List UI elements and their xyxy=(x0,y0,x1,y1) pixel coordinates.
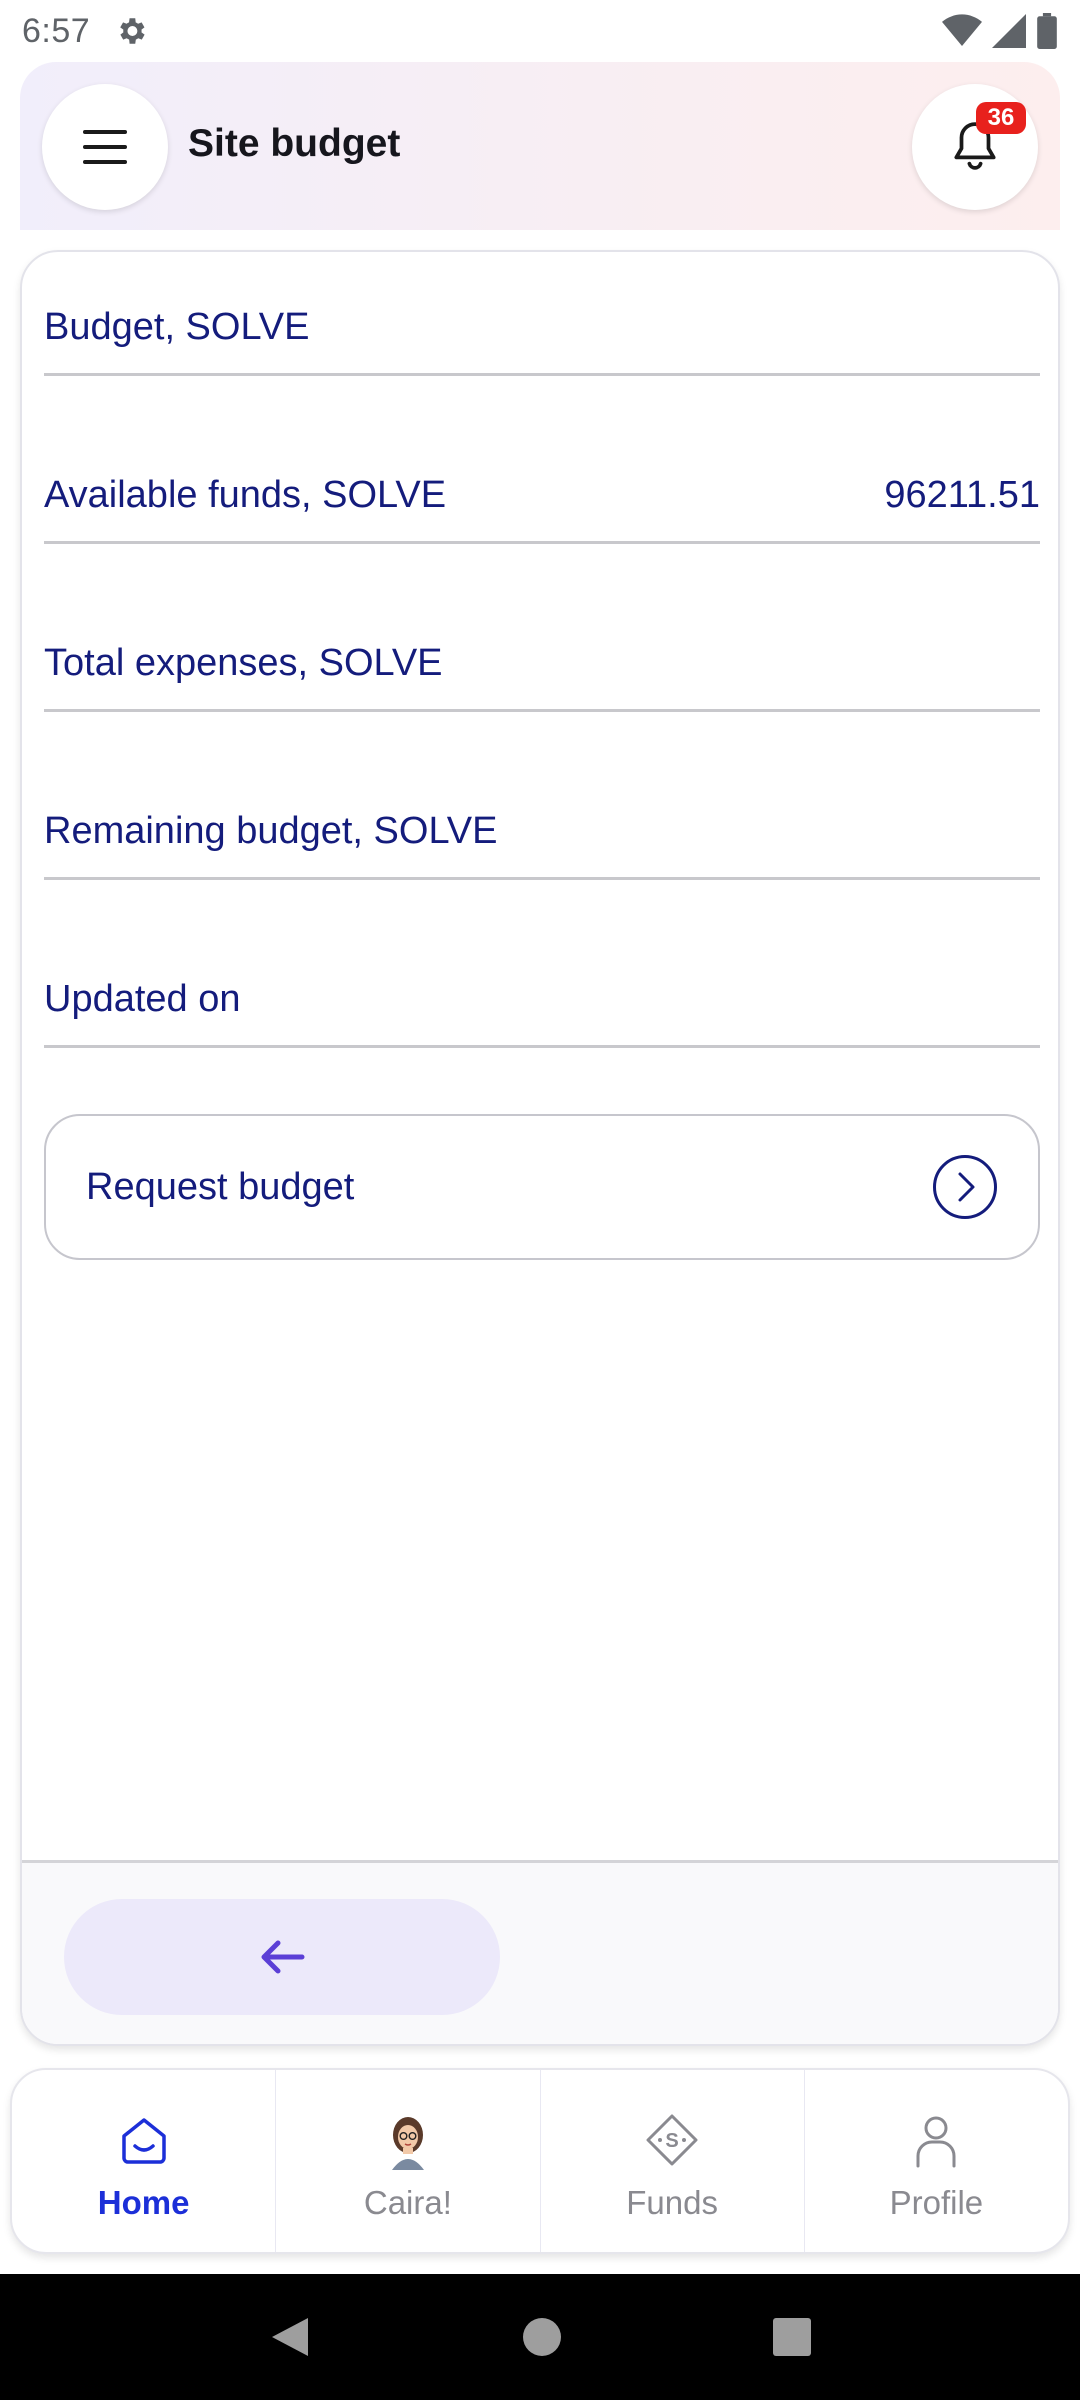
field-label: Total expenses, SOLVE xyxy=(44,642,443,684)
nav-item-profile[interactable]: Profile xyxy=(803,2070,1068,2252)
nav-label: Home xyxy=(97,2184,190,2221)
home-icon xyxy=(121,2118,166,2164)
app-header: Site budget 36 xyxy=(20,62,1060,230)
menu-button[interactable] xyxy=(42,84,168,210)
nav-item-funds[interactable]: S Funds xyxy=(539,2070,804,2252)
back-triangle-icon[interactable] xyxy=(268,2314,312,2360)
assistant-avatar-icon xyxy=(391,2117,424,2170)
profile-icon xyxy=(916,2116,956,2168)
notifications-button[interactable]: 36 xyxy=(912,84,1038,210)
svg-text:S: S xyxy=(665,2130,678,2152)
page-title: Site budget xyxy=(188,122,401,165)
system-navigation-bar xyxy=(0,2274,1080,2400)
remaining-budget-field: Remaining budget, SOLVE xyxy=(44,768,1040,880)
budget-field: Budget, SOLVE xyxy=(44,264,1040,376)
request-budget-label: Request budget xyxy=(86,1165,355,1208)
nav-label: Profile xyxy=(889,2184,984,2221)
status-time: 6:57 xyxy=(22,11,91,50)
available-funds-field: Available funds, SOLVE 96211.51 xyxy=(44,432,1040,544)
nav-item-caira[interactable]: Caira! xyxy=(275,2070,539,2252)
home-circle-icon[interactable] xyxy=(522,2317,562,2357)
bottom-navigation: Home Caira! S Funds Profile xyxy=(10,2068,1070,2254)
notification-badge: 36 xyxy=(976,102,1026,134)
signal-icon xyxy=(992,14,1026,48)
status-icons xyxy=(942,13,1058,49)
status-bar: 6:57 xyxy=(0,0,1080,62)
funds-icon: S xyxy=(646,2114,698,2166)
nav-label: Funds xyxy=(626,2184,718,2221)
field-value: 96211.51 xyxy=(884,474,1040,516)
card-footer xyxy=(22,1860,1058,2044)
field-label: Available funds, SOLVE xyxy=(44,474,447,516)
field-label: Remaining budget, SOLVE xyxy=(44,810,498,852)
budget-card: Budget, SOLVE Available funds, SOLVE 962… xyxy=(20,250,1060,2046)
settings-gear-icon xyxy=(120,18,145,44)
field-label: Updated on xyxy=(44,978,241,1020)
arrow-left-icon xyxy=(261,1940,305,1974)
wifi-icon xyxy=(942,14,982,47)
recents-square-icon[interactable] xyxy=(772,2317,812,2357)
hamburger-menu-icon xyxy=(83,130,127,164)
chevron-right-circle-icon xyxy=(933,1155,997,1219)
nav-item-home[interactable]: Home xyxy=(12,2070,275,2252)
field-label: Budget, SOLVE xyxy=(44,306,310,348)
updated-on-field: Updated on xyxy=(44,936,1040,1048)
battery-icon xyxy=(1037,13,1057,49)
nav-label: Caira! xyxy=(363,2184,452,2221)
total-expenses-field: Total expenses, SOLVE xyxy=(44,600,1040,712)
request-budget-button[interactable]: Request budget xyxy=(44,1114,1040,1260)
back-button[interactable] xyxy=(64,1899,500,2015)
